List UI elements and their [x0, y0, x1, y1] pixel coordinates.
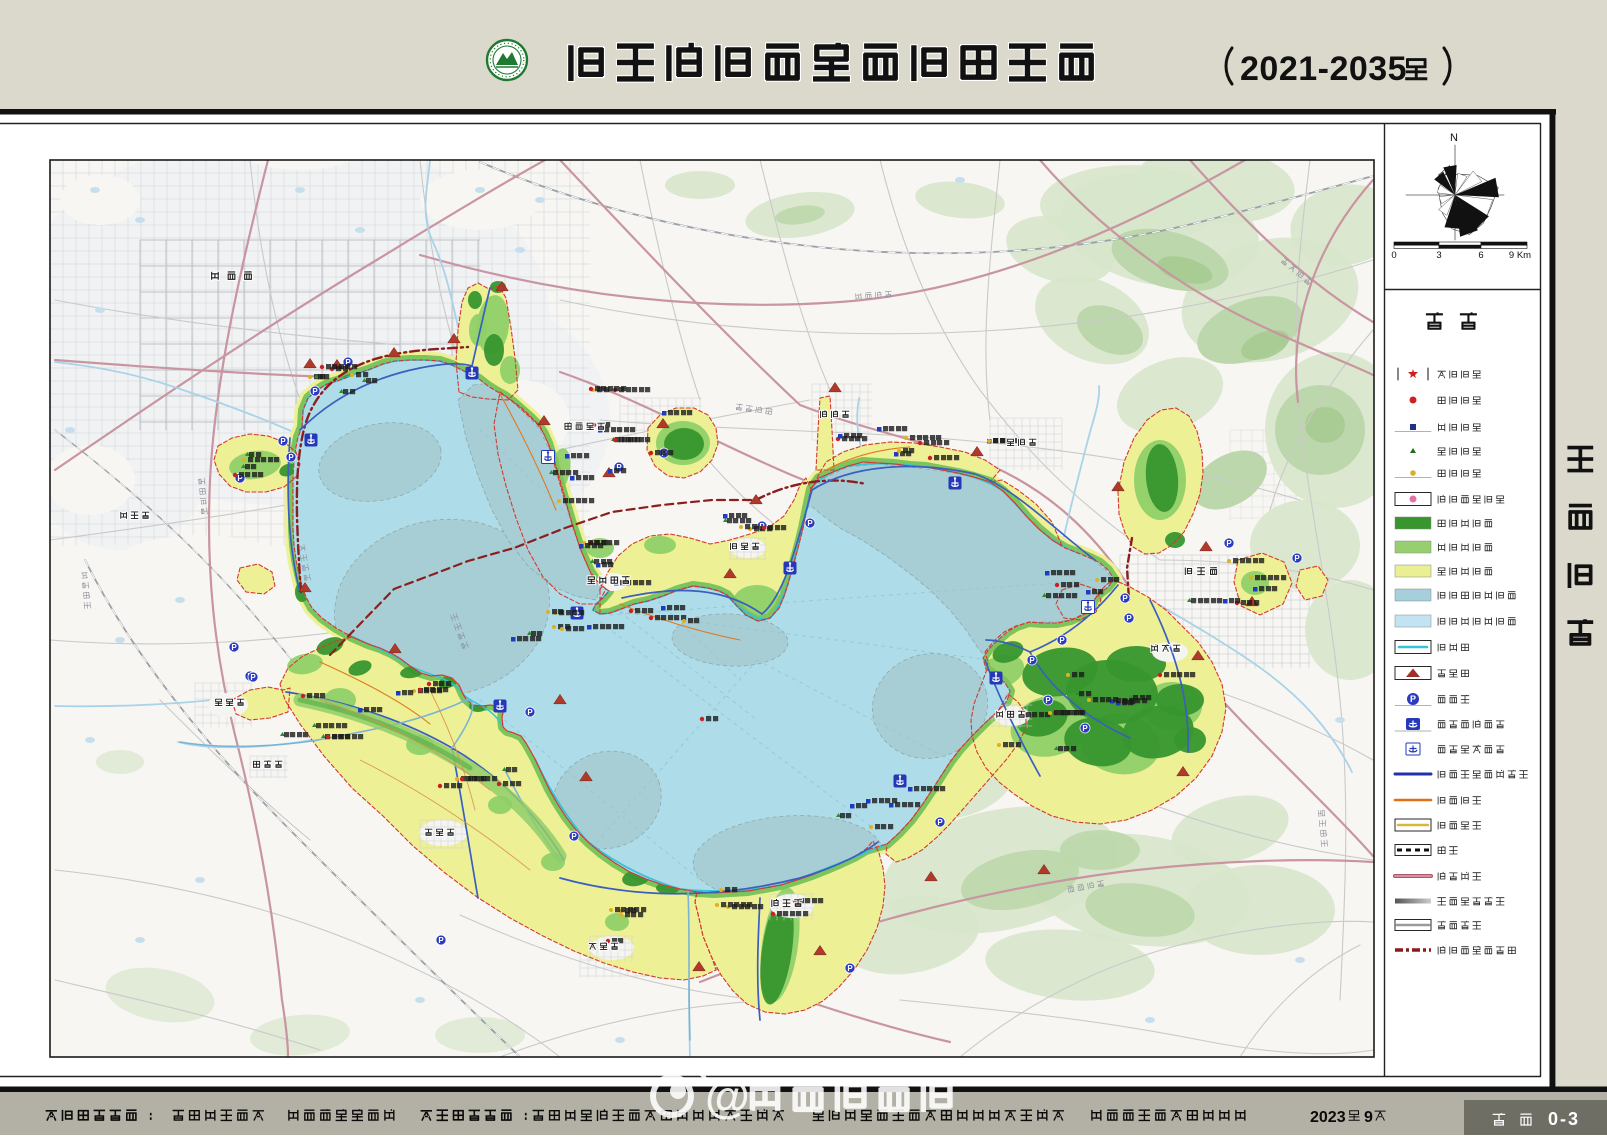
svg-text:P: P: [288, 453, 294, 462]
svg-text:P: P: [1226, 539, 1232, 548]
svg-text:P: P: [1122, 594, 1128, 603]
svg-text:P: P: [250, 673, 256, 682]
svg-text:P: P: [1126, 614, 1132, 623]
svg-text:P: P: [280, 437, 286, 446]
svg-text:P: P: [1410, 694, 1416, 704]
svg-text:P: P: [807, 519, 813, 528]
svg-text:6: 6: [1478, 250, 1483, 261]
svg-text:P: P: [847, 964, 853, 973]
svg-text:N: N: [1450, 132, 1458, 144]
svg-text:2023: 2023: [1310, 1109, 1346, 1126]
svg-text:0: 0: [1391, 250, 1396, 261]
svg-text:P: P: [571, 832, 577, 841]
svg-text:P: P: [937, 818, 943, 827]
svg-text:3: 3: [1436, 250, 1441, 261]
svg-text:9: 9: [1364, 1109, 1373, 1126]
svg-text:P: P: [231, 643, 237, 652]
svg-text:9 Km: 9 Km: [1509, 250, 1531, 261]
svg-text:P: P: [312, 387, 318, 396]
svg-text:P: P: [438, 936, 444, 945]
svg-text:@: @: [705, 1070, 750, 1122]
svg-text:P: P: [1059, 636, 1065, 645]
svg-text:P: P: [1294, 554, 1300, 563]
svg-text:P: P: [1045, 696, 1051, 705]
svg-text:P: P: [1082, 724, 1088, 733]
svg-text:P: P: [1029, 656, 1035, 665]
svg-text:P: P: [527, 708, 533, 717]
svg-text:0-3: 0-3: [1548, 1109, 1580, 1129]
svg-text:2021-2035: 2021-2035: [1240, 50, 1407, 88]
